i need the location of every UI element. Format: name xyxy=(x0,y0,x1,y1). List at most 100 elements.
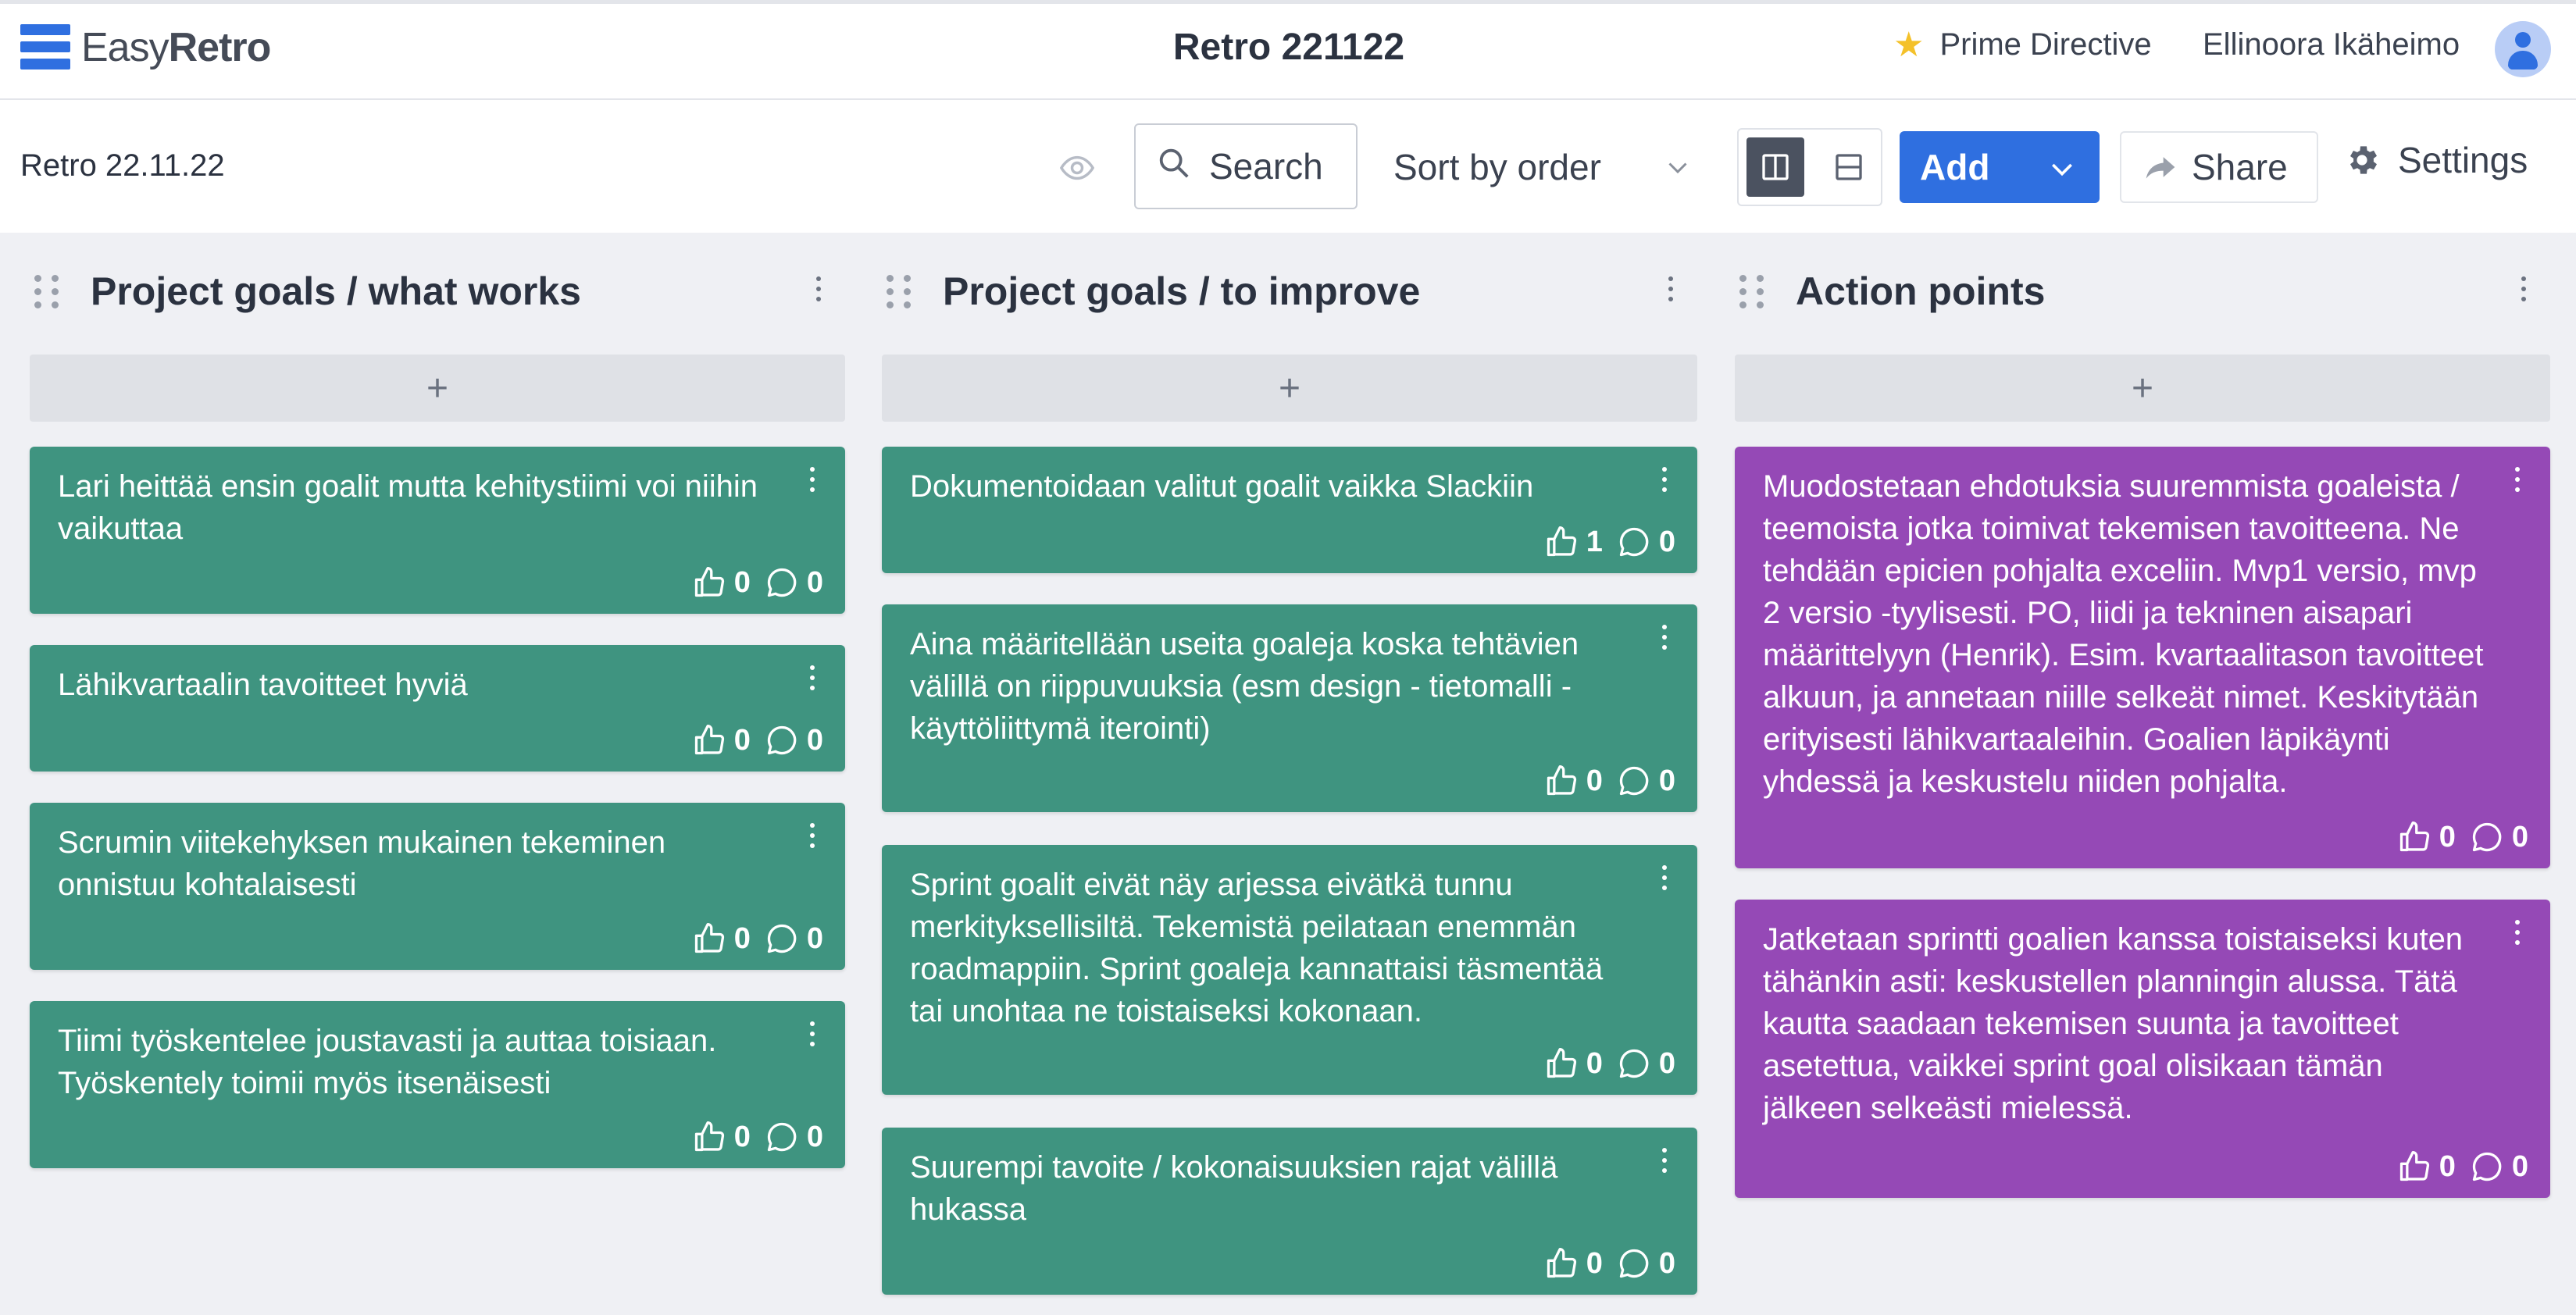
comment-icon[interactable] xyxy=(765,1120,799,1154)
logo-text-easy: Easy xyxy=(81,25,169,70)
board-toolbar: Retro 22.11.22 Search Sort by order Add … xyxy=(0,100,2576,233)
comment-icon[interactable] xyxy=(1617,1246,1651,1281)
card-text: Aina määritellään useita goaleja koska t… xyxy=(910,627,1579,746)
card-text: Dokumentoidaan valitut goalit vaikka Sla… xyxy=(910,469,1534,504)
card-footer: 0 0 xyxy=(2397,1148,2528,1185)
chevron-down-icon[interactable] xyxy=(2046,153,2078,184)
column-title: Project goals / what works xyxy=(91,269,581,313)
thumbs-up-icon[interactable] xyxy=(692,1120,726,1154)
comment-icon[interactable] xyxy=(2470,1149,2504,1184)
thumbs-up-icon[interactable] xyxy=(1544,525,1579,559)
chevron-down-icon xyxy=(1668,162,1687,174)
share-label: Share xyxy=(2192,147,2288,187)
card-menu-icon[interactable] xyxy=(808,467,817,495)
add-button[interactable]: Add xyxy=(1900,131,2100,203)
comment-icon[interactable] xyxy=(1617,764,1651,798)
comment-icon[interactable] xyxy=(2470,820,2504,854)
card-menu-icon[interactable] xyxy=(1660,865,1669,893)
rows-icon xyxy=(1836,154,1862,180)
search-button[interactable]: Search xyxy=(1134,123,1358,209)
comment-icon[interactable] xyxy=(765,921,799,956)
thumbs-up-icon[interactable] xyxy=(1544,1246,1579,1281)
share-button[interactable]: Share xyxy=(2120,131,2318,203)
card[interactable]: Scrumin viitekehyksen mukainen tekeminen… xyxy=(30,803,845,970)
card-text: Lähikvartaalin tavoitteet hyviä xyxy=(58,668,468,702)
column-header: Action points xyxy=(1735,267,2550,314)
card-menu-icon[interactable] xyxy=(2513,467,2522,495)
thumbs-up-icon[interactable] xyxy=(2397,1149,2432,1184)
thumbs-up-icon[interactable] xyxy=(692,565,726,600)
view-toggle xyxy=(1737,128,1882,206)
comment-count: 0 xyxy=(2511,1149,2528,1183)
drag-handle-icon[interactable] xyxy=(885,273,915,309)
card-menu-icon[interactable] xyxy=(1660,1148,1669,1176)
card[interactable]: Muodostetaan ehdotuksia suuremmista goal… xyxy=(1735,447,2550,868)
card-footer: 0 0 xyxy=(2397,818,2528,856)
drag-handle-icon[interactable] xyxy=(1738,273,1768,309)
thumbs-up-icon[interactable] xyxy=(692,921,726,956)
search-icon xyxy=(1159,148,1189,178)
thumbs-up-icon[interactable] xyxy=(2397,820,2432,854)
comment-icon[interactable] xyxy=(1617,525,1651,559)
comment-count: 0 xyxy=(806,921,823,955)
column-menu-icon[interactable] xyxy=(814,276,823,305)
card[interactable]: Lähikvartaalin tavoitteet hyviä 0 0 xyxy=(30,645,845,772)
comment-icon[interactable] xyxy=(765,723,799,757)
easyretro-logo[interactable]: EasyRetro xyxy=(20,21,272,74)
comment-icon[interactable] xyxy=(765,565,799,600)
columns-icon xyxy=(1762,154,1789,180)
card-footer: 0 0 xyxy=(692,722,823,759)
comment-count: 0 xyxy=(2511,820,2528,854)
comment-count: 0 xyxy=(1658,1246,1675,1280)
card[interactable]: Lari heittää ensin goalit mutta kehityst… xyxy=(30,447,845,614)
card-menu-icon[interactable] xyxy=(1660,467,1669,495)
user-avatar-icon[interactable] xyxy=(2495,21,2551,77)
add-card-button[interactable]: + xyxy=(30,355,845,422)
drag-handle-icon[interactable] xyxy=(33,273,62,309)
card-text: Muodostetaan ehdotuksia suuremmista goal… xyxy=(1763,469,2484,799)
vote-count: 0 xyxy=(733,565,751,599)
eye-icon[interactable] xyxy=(1059,150,1095,186)
board-name: Retro 22.11.22 xyxy=(20,148,225,183)
logo-text-retro: Retro xyxy=(168,25,272,70)
add-card-button[interactable]: + xyxy=(1735,355,2550,422)
column-menu-icon[interactable] xyxy=(2519,276,2528,305)
column-title: Project goals / to improve xyxy=(943,269,1421,313)
card-text: Lari heittää ensin goalit mutta kehityst… xyxy=(58,469,758,546)
card-text: Jatketaan sprintti goalien kanssa toista… xyxy=(1763,922,2464,1125)
card-footer: 1 0 xyxy=(1544,523,1675,561)
card[interactable]: Dokumentoidaan valitut goalit vaikka Sla… xyxy=(882,447,1697,573)
card-menu-icon[interactable] xyxy=(1660,625,1669,653)
vote-count: 0 xyxy=(733,723,751,757)
thumbs-up-icon[interactable] xyxy=(1544,1046,1579,1081)
add-card-button[interactable]: + xyxy=(882,355,1697,422)
card-menu-icon[interactable] xyxy=(808,823,817,851)
comment-icon[interactable] xyxy=(1617,1046,1651,1081)
card[interactable]: Jatketaan sprintti goalien kanssa toista… xyxy=(1735,900,2550,1198)
thumbs-up-icon[interactable] xyxy=(692,723,726,757)
column-menu-icon[interactable] xyxy=(1666,276,1675,305)
comment-count: 0 xyxy=(1658,525,1675,558)
settings-label: Settings xyxy=(2398,140,2528,180)
sort-select[interactable]: Sort by order xyxy=(1393,144,1698,191)
card-menu-icon[interactable] xyxy=(808,1021,817,1050)
logo-text: EasyRetro xyxy=(81,24,272,71)
card[interactable]: Tiimi työskentelee joustavasti ja auttaa… xyxy=(30,1001,845,1168)
card[interactable]: Aina määritellään useita goaleja koska t… xyxy=(882,604,1697,812)
column-header: Project goals / to improve xyxy=(882,267,1697,314)
card[interactable]: Sprint goalit eivät näy arjessa eivätkä … xyxy=(882,845,1697,1095)
card-menu-icon[interactable] xyxy=(2513,920,2522,948)
user-name[interactable]: Ellinoora Ikäheimo xyxy=(2203,27,2460,62)
column-title: Action points xyxy=(1796,269,2046,313)
sort-label: Sort by order xyxy=(1393,147,1601,187)
card-menu-icon[interactable] xyxy=(808,665,817,693)
settings-button[interactable]: Settings xyxy=(2343,139,2528,181)
vote-count: 1 xyxy=(1586,525,1603,558)
card[interactable]: Suurempi tavoite / kokonaisuuksien rajat… xyxy=(882,1128,1697,1295)
card-text: Suurempi tavoite / kokonaisuuksien rajat… xyxy=(910,1150,1558,1227)
thumbs-up-icon[interactable] xyxy=(1544,764,1579,798)
vote-count: 0 xyxy=(1586,1246,1603,1280)
column-view-button[interactable] xyxy=(1746,137,1804,197)
prime-directive-link[interactable]: ★ Prime Directive xyxy=(1893,27,2152,62)
row-view-button[interactable] xyxy=(1820,137,1878,197)
